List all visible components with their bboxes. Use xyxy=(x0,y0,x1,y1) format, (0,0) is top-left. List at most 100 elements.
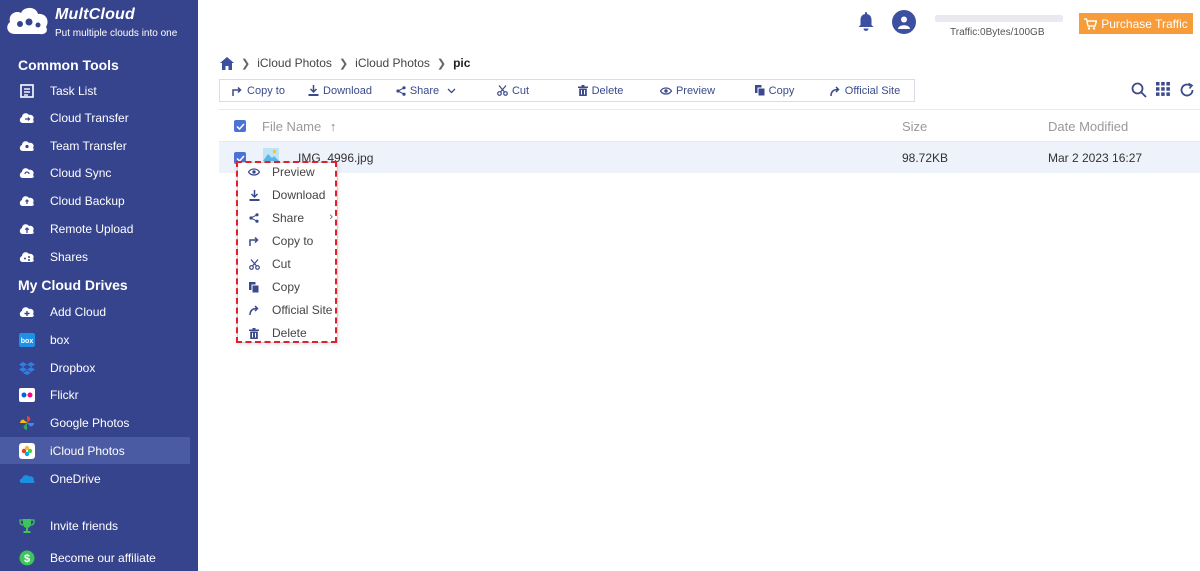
preview-label: Preview xyxy=(675,84,716,97)
team-transfer-icon xyxy=(19,138,35,154)
context-menu-official-site[interactable]: Official Site xyxy=(238,299,337,322)
scissors-icon xyxy=(248,258,260,270)
copy-to-label: Copy to xyxy=(247,84,285,97)
download-icon xyxy=(248,189,260,201)
sidebar-item-google-photos[interactable]: Google Photos xyxy=(0,409,190,436)
search-icon[interactable] xyxy=(1131,82,1147,101)
sidebar-item-label: Google Photos xyxy=(50,416,130,430)
trophy-icon xyxy=(19,518,35,534)
logo-title: MultCloud xyxy=(55,6,135,23)
common-tools-title: Common Tools xyxy=(18,57,119,73)
sidebar-item-icloud-photos[interactable]: iCloud Photos xyxy=(0,437,190,464)
delete-button[interactable]: Delete xyxy=(557,80,644,101)
delete-label: Delete xyxy=(591,84,624,97)
dropbox-icon xyxy=(19,360,35,376)
cloud-backup-icon xyxy=(19,193,35,209)
user-avatar[interactable] xyxy=(892,10,916,34)
sidebar-item-flickr[interactable]: Flickr xyxy=(0,381,190,408)
user-icon xyxy=(898,16,910,29)
scissors-icon xyxy=(497,85,508,96)
sidebar-item-label: box xyxy=(50,333,70,347)
copy-icon xyxy=(248,281,260,293)
official-site-icon xyxy=(248,304,260,316)
sidebar-item-label: Invite friends xyxy=(50,519,119,533)
official-site-label: Official Site xyxy=(844,84,901,97)
sidebar-item-invite-friends[interactable]: Invite friends xyxy=(0,512,190,539)
column-header-date[interactable]: Date Modified xyxy=(1048,119,1128,134)
purchase-traffic-button[interactable]: Purchase Traffic xyxy=(1079,13,1193,34)
context-menu-label: Copy xyxy=(272,280,301,294)
sort-asc-icon[interactable]: ↑ xyxy=(330,119,337,134)
column-header-name[interactable]: File Name ↑ xyxy=(262,119,336,134)
context-menu-share[interactable]: Share › xyxy=(238,207,337,230)
home-icon[interactable] xyxy=(220,56,234,70)
sidebar-item-cloud-transfer[interactable]: Cloud Transfer xyxy=(0,104,190,131)
context-menu-label: Download xyxy=(272,188,326,202)
notification-bell-icon[interactable] xyxy=(857,12,875,35)
breadcrumb-item[interactable]: iCloud Photos xyxy=(355,56,430,70)
shares-icon xyxy=(19,249,35,265)
breadcrumb-current: pic xyxy=(453,56,471,70)
my-cloud-drives-title: My Cloud Drives xyxy=(18,277,128,293)
sidebar: MultCloud Put multiple clouds into one C… xyxy=(0,0,198,571)
sidebar-item-onedrive[interactable]: OneDrive xyxy=(0,465,190,492)
grid-view-icon[interactable] xyxy=(1156,82,1170,99)
share-icon xyxy=(248,212,260,224)
context-menu-copy-to[interactable]: Copy to xyxy=(238,230,337,253)
official-site-icon xyxy=(830,85,840,96)
sidebar-item-add-cloud[interactable]: Add Cloud xyxy=(0,298,190,325)
sidebar-item-become-affiliate[interactable]: $ Become our affiliate xyxy=(0,544,190,571)
cut-button[interactable]: Cut xyxy=(469,80,557,101)
context-menu-preview[interactable]: Preview xyxy=(238,161,337,184)
sidebar-item-remote-upload[interactable]: Remote Upload xyxy=(0,215,190,242)
share-button[interactable]: Share xyxy=(383,80,469,101)
sidebar-item-team-transfer[interactable]: Team Transfer xyxy=(0,132,190,159)
sidebar-item-label: iCloud Photos xyxy=(50,444,125,458)
refresh-icon[interactable] xyxy=(1179,82,1195,101)
file-size: 98.72KB xyxy=(902,151,949,165)
sidebar-item-shares[interactable]: Shares xyxy=(0,243,190,270)
breadcrumb-item[interactable]: iCloud Photos xyxy=(257,56,332,70)
context-menu-label: Cut xyxy=(272,257,291,271)
table-row[interactable]: IMG_4996.jpg 98.72KB Mar 2 2023 16:27 xyxy=(219,142,1200,173)
copy-to-button[interactable]: Copy to xyxy=(220,80,297,101)
cart-icon xyxy=(1084,17,1098,30)
official-site-button[interactable]: Official Site xyxy=(818,80,912,101)
context-menu-cut[interactable]: Cut xyxy=(238,253,337,276)
svg-text:$: $ xyxy=(24,553,30,565)
sidebar-item-label: Remote Upload xyxy=(50,222,134,236)
sidebar-item-task-list[interactable]: Task List xyxy=(0,77,190,104)
box-icon: box xyxy=(19,332,35,348)
share-icon xyxy=(396,85,406,96)
column-header-name-label: File Name xyxy=(262,119,322,134)
select-all-checkbox[interactable] xyxy=(234,120,246,132)
copy-label: Copy xyxy=(768,84,795,97)
sidebar-item-cloud-backup[interactable]: Cloud Backup xyxy=(0,187,190,214)
copy-button[interactable]: Copy xyxy=(731,80,818,101)
sidebar-item-cloud-sync[interactable]: Cloud Sync xyxy=(0,159,190,186)
column-header-size[interactable]: Size xyxy=(902,119,927,134)
context-menu-delete[interactable]: Delete xyxy=(238,322,337,345)
breadcrumb: ❯ iCloud Photos ❯ iCloud Photos ❯ pic xyxy=(220,55,470,71)
traffic-usage-bar xyxy=(935,15,1063,22)
cloud-transfer-icon xyxy=(19,110,35,126)
trash-icon xyxy=(577,85,588,96)
eye-icon xyxy=(659,86,672,95)
remote-upload-icon xyxy=(19,221,35,237)
flickr-icon xyxy=(19,387,35,403)
sidebar-item-label: Cloud Backup xyxy=(50,194,125,208)
preview-button[interactable]: Preview xyxy=(644,80,731,101)
context-menu-download[interactable]: Download xyxy=(238,184,337,207)
download-label: Download xyxy=(323,84,372,97)
sidebar-item-label: OneDrive xyxy=(50,472,101,486)
sidebar-item-box[interactable]: box box xyxy=(0,326,190,353)
sidebar-item-label: Team Transfer xyxy=(50,139,127,153)
logo-subtitle: Put multiple clouds into one xyxy=(55,28,178,39)
copy-to-icon xyxy=(248,235,260,247)
context-menu-copy[interactable]: Copy xyxy=(238,276,337,299)
purchase-traffic-label: Purchase Traffic xyxy=(1101,16,1188,31)
logo[interactable]: MultCloud Put multiple clouds into one xyxy=(0,0,198,44)
copy-icon xyxy=(754,85,765,96)
download-button[interactable]: Download xyxy=(297,80,383,101)
sidebar-item-dropbox[interactable]: Dropbox xyxy=(0,354,190,381)
